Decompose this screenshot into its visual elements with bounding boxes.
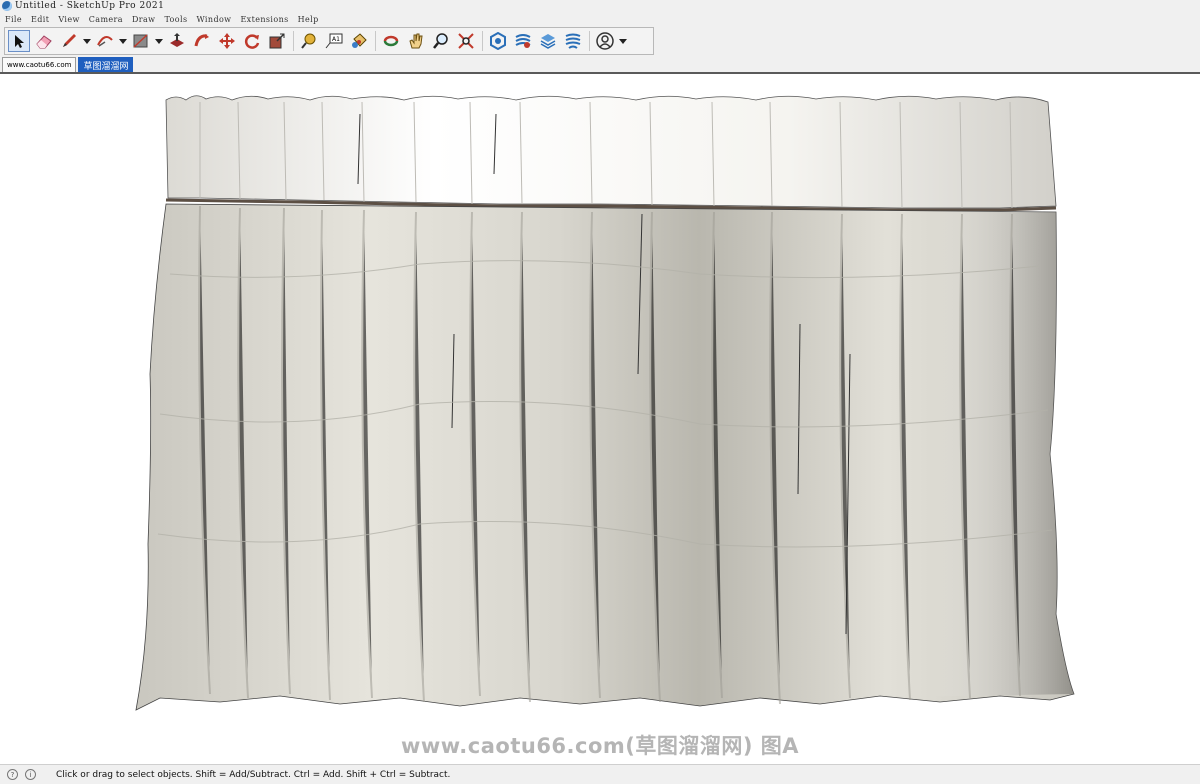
rectangle-tool-dropdown[interactable] — [155, 30, 163, 52]
magnifier-icon — [433, 33, 448, 49]
scene-tab-caotu[interactable]: 草图溜溜网 — [78, 57, 134, 72]
rotate-icon — [244, 34, 260, 49]
toolbar-area: A1 — [0, 26, 1200, 56]
getting-started-toolbar: A1 — [4, 27, 654, 55]
move-arrows-icon — [219, 33, 235, 49]
zoom-extents-icon — [458, 33, 474, 49]
line-tool-button[interactable] — [58, 30, 80, 52]
paint-bucket-tool-button[interactable] — [348, 30, 370, 52]
pencil-icon — [63, 34, 76, 47]
zoom-extents-tool-button[interactable] — [455, 30, 477, 52]
status-bar: ? i Click or drag to select objects. Shi… — [0, 764, 1200, 784]
status-message: Click or drag to select objects. Shift =… — [56, 769, 451, 780]
paint-bucket-icon — [352, 33, 367, 48]
menu-tools[interactable]: Tools — [164, 15, 187, 24]
menu-bar: File Edit View Camera Draw Tools Window … — [0, 12, 1200, 26]
account-tool-button[interactable] — [594, 30, 616, 52]
3d-warehouse-icon — [490, 32, 506, 50]
watermark-text: www.caotu66.com(草图溜溜网) 图A — [400, 734, 800, 758]
hand-icon — [409, 33, 423, 49]
sketchup-logo-icon — [2, 1, 12, 11]
menu-window[interactable]: Window — [196, 15, 231, 24]
extension-warehouse-tool-button[interactable] — [512, 30, 534, 52]
toolbar-separator — [375, 31, 376, 51]
menu-draw[interactable]: Draw — [132, 15, 155, 24]
svg-text:A1: A1 — [332, 36, 340, 43]
model-viewport[interactable] — [0, 72, 1200, 764]
push-pull-tool-button[interactable] — [166, 30, 188, 52]
rectangle-icon — [133, 34, 148, 48]
account-dropdown[interactable] — [619, 30, 627, 52]
menu-edit[interactable]: Edit — [31, 15, 49, 24]
move-tool-button[interactable] — [216, 30, 238, 52]
arc-icon — [97, 35, 113, 47]
pan-tool-button[interactable] — [405, 30, 427, 52]
line-tool-dropdown[interactable] — [83, 30, 91, 52]
menu-extensions[interactable]: Extensions — [240, 15, 288, 24]
layout-stack-icon — [540, 34, 556, 49]
zoom-tool-button[interactable] — [430, 30, 452, 52]
scene-tabs-bar: www.caotu66.com 草图溜溜网 — [0, 56, 1200, 72]
scale-tool-button[interactable] — [266, 30, 288, 52]
scene-tab-www[interactable]: www.caotu66.com — [2, 57, 77, 72]
text-tool-button[interactable]: A1 — [323, 30, 345, 52]
tape-measure-icon — [301, 33, 316, 49]
extension-manager-tool-button[interactable] — [562, 30, 584, 52]
title-bar: Untitled - SketchUp Pro 2021 — [0, 0, 1200, 12]
cursor-arrow-icon — [15, 35, 24, 48]
menu-camera[interactable]: Camera — [89, 15, 123, 24]
toolbar-separator — [482, 31, 483, 51]
orbit-tool-button[interactable] — [380, 30, 402, 52]
tape-measure-tool-button[interactable] — [298, 30, 320, 52]
arc-tool-dropdown[interactable] — [119, 30, 127, 52]
geo-location-icon[interactable]: ? — [7, 769, 18, 780]
scale-icon — [269, 33, 285, 49]
layout-tool-button[interactable] — [537, 30, 559, 52]
warehouse-tool-button[interactable] — [487, 30, 509, 52]
extension-manager-icon — [565, 33, 581, 49]
rotate-tool-button[interactable] — [241, 30, 263, 52]
arc-tool-button[interactable] — [94, 30, 116, 52]
instructor-info-icon[interactable]: i — [25, 769, 36, 780]
eraser-icon — [36, 35, 52, 49]
curtain-model[interactable] — [0, 74, 1200, 764]
push-pull-icon — [170, 33, 184, 47]
rectangle-tool-button[interactable] — [130, 30, 152, 52]
extension-warehouse-icon — [515, 34, 531, 48]
menu-view[interactable]: View — [58, 15, 79, 24]
text-label-icon: A1 — [325, 33, 343, 49]
user-account-icon — [596, 32, 614, 50]
select-tool-button[interactable] — [8, 30, 30, 52]
menu-help[interactable]: Help — [298, 15, 319, 24]
menu-file[interactable]: File — [5, 15, 22, 24]
window-title: Untitled - SketchUp Pro 2021 — [15, 1, 165, 11]
eraser-tool-button[interactable] — [33, 30, 55, 52]
fabric-edge-shade — [136, 204, 1074, 710]
follow-me-tool-button[interactable] — [191, 30, 213, 52]
orbit-icon — [383, 35, 399, 47]
toolbar-separator — [293, 31, 294, 51]
follow-me-icon — [194, 34, 209, 47]
curtain-header — [165, 95, 1057, 209]
toolbar-separator — [589, 31, 590, 51]
